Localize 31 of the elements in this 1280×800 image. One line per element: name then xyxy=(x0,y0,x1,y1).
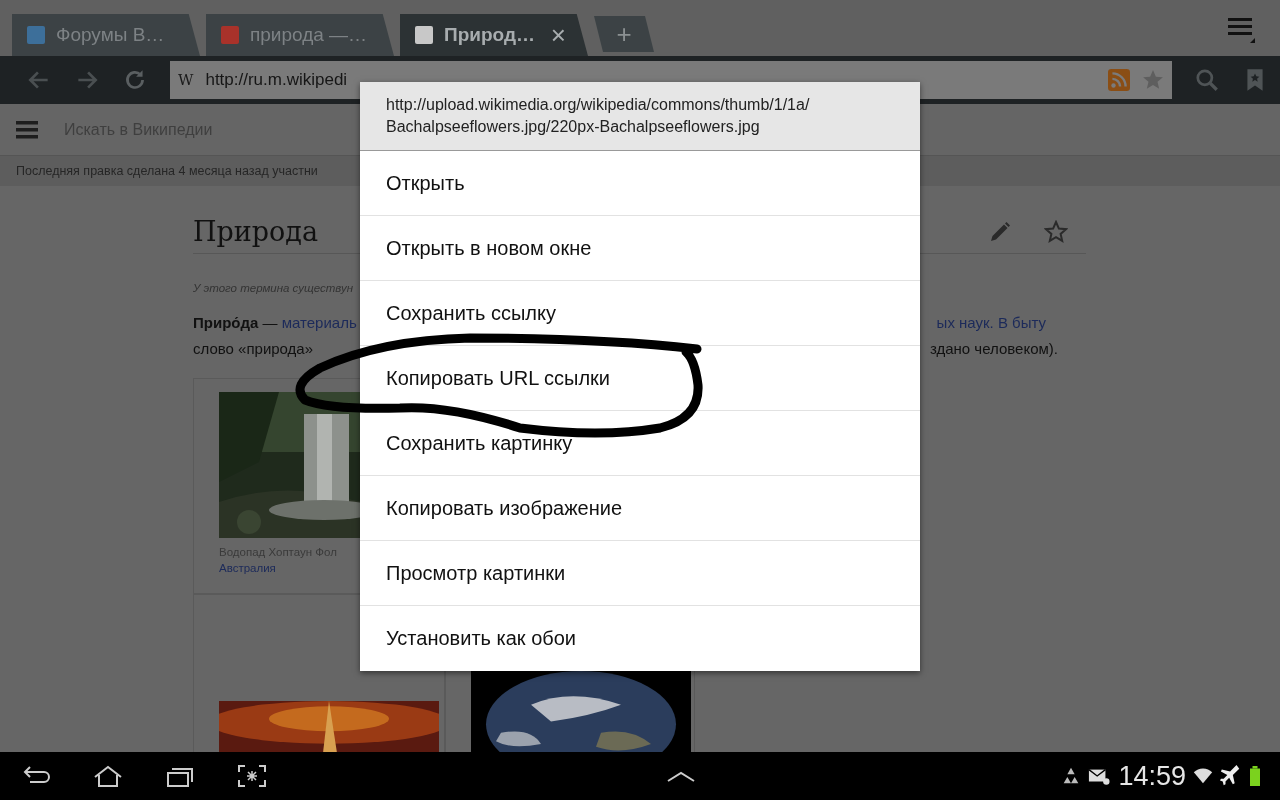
menu-item[interactable]: Открыть в новом окне xyxy=(360,216,920,281)
home-icon[interactable] xyxy=(92,764,124,788)
site-label: W xyxy=(178,71,194,89)
clock-time: 14:59 xyxy=(1118,760,1186,792)
star-icon[interactable] xyxy=(1044,219,1068,244)
paragraph-text: Приро́да — материаль xyxy=(193,313,357,333)
site-icon xyxy=(220,25,240,45)
battery-icon xyxy=(1250,765,1260,787)
star-icon[interactable] xyxy=(1142,69,1164,91)
close-tab-button[interactable]: × xyxy=(550,19,566,51)
rss-icon[interactable] xyxy=(1108,69,1130,91)
menu-item[interactable]: Установить как обои xyxy=(360,606,920,671)
menu-item[interactable]: Копировать URL ссылки xyxy=(360,346,920,411)
airplane-icon xyxy=(1220,765,1242,787)
pencil-icon[interactable] xyxy=(988,219,1012,244)
menu-item[interactable]: Копировать изображение xyxy=(360,476,920,541)
menu-item[interactable]: Просмотр картинки xyxy=(360,541,920,606)
browser-tab[interactable]: Природ… × xyxy=(400,14,588,56)
link-url-text: Bachalpseeflowers.jpg/220px-Bachalpseeflowers.jpg xyxy=(386,117,761,137)
screenshot-icon[interactable] xyxy=(236,764,268,788)
menu-icon[interactable] xyxy=(16,119,40,140)
article-title: Природа xyxy=(193,216,319,247)
site-icon xyxy=(26,25,46,45)
menu-item[interactable]: Сохранить ссылку xyxy=(360,281,920,346)
search-icon[interactable] xyxy=(1194,67,1220,93)
paragraph-text: здано человеком). xyxy=(929,339,1058,359)
new-tab-button[interactable]: + xyxy=(594,16,654,52)
site-icon xyxy=(414,25,434,45)
paragraph-text: слово «природа» xyxy=(193,339,314,359)
menu-item[interactable]: Открыть xyxy=(360,151,920,216)
menu-item[interactable]: Сохранить картинку xyxy=(360,411,920,476)
